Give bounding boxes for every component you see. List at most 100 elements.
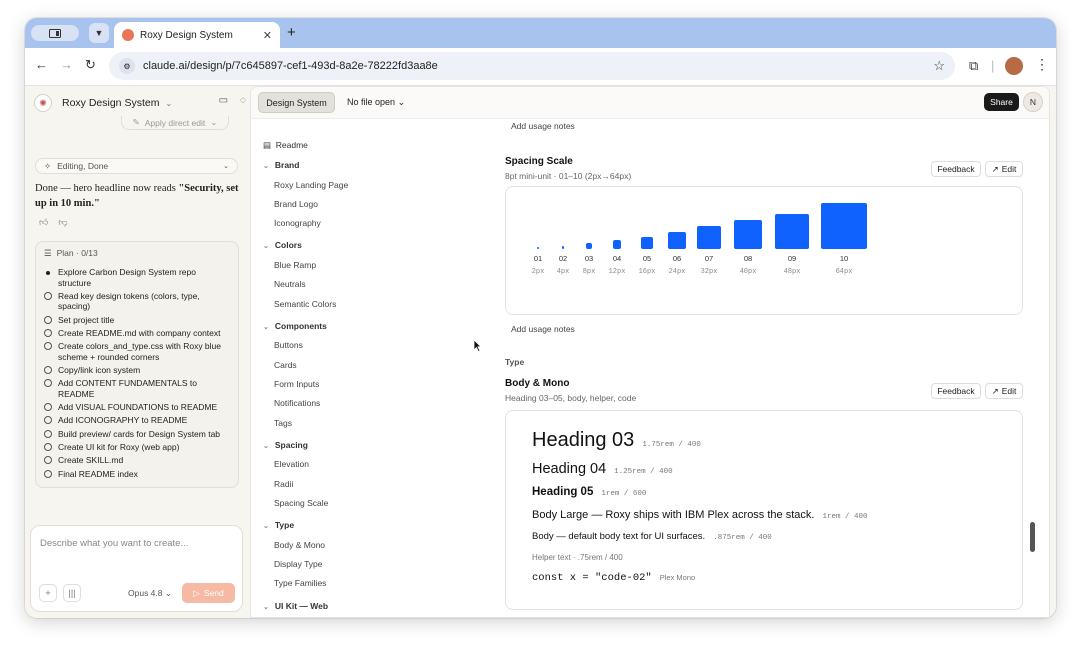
spacing-swatch <box>697 225 721 249</box>
nav-section-brand[interactable]: ⌄ Brand <box>263 160 299 170</box>
body-large-meta: 1rem / 400 <box>822 513 868 521</box>
forward-arrow-icon[interactable]: → <box>60 57 73 72</box>
circle-icon <box>44 365 52 374</box>
spacing-swatch <box>561 246 565 249</box>
plan-card: ☰ Plan · 0/13 Explore Carbon Design Syst… <box>35 241 239 488</box>
circle-icon <box>44 416 52 425</box>
nav-section-label: Brand <box>274 160 300 170</box>
heading-05-text: Heading 05 <box>532 486 594 498</box>
send-button[interactable]: ▷ Send <box>182 583 235 603</box>
chevron-down-icon: ▼ <box>94 28 104 38</box>
spacing-scale-card: 01 2px 02 4px 03 8px 04 12px 05 16px 06 24px 07 32px 0… <box>505 186 1023 315</box>
spacing-step-number: 02 <box>558 253 568 263</box>
nav-item[interactable]: Form Inputs <box>274 379 319 389</box>
nav-item[interactable]: Brand Logo <box>274 199 318 209</box>
nav-item[interactable]: Neutrals <box>274 279 306 289</box>
chevron-down-icon: ⌄ <box>263 163 269 170</box>
spacing-step-px: 64px <box>835 267 853 276</box>
nav-item[interactable]: Semantic Colors <box>274 299 336 309</box>
apply-direct-edit-button[interactable]: ✎ Apply direct edit ⌄ <box>121 116 229 130</box>
design-toolbar: Design System No file open ⌄ Share N <box>251 87 1049 119</box>
code-meta: Plex Mono <box>659 573 696 582</box>
nav-item[interactable]: Display Type <box>274 559 323 569</box>
design-system-tab[interactable]: Design System <box>258 92 335 113</box>
nav-item[interactable]: Buttons <box>274 340 303 350</box>
feedback-button[interactable]: Feedback <box>931 161 981 177</box>
scrollbar-thumb[interactable] <box>1030 522 1035 552</box>
composer-placeholder[interactable]: Describe what you want to create... <box>40 538 188 549</box>
edit-button[interactable]: ↗ Edit <box>985 161 1023 177</box>
body-mono-title: Body & Mono <box>505 378 570 389</box>
nav-item[interactable]: Notifications <box>274 398 320 408</box>
extensions-icon[interactable]: ⧉ <box>969 58 978 74</box>
sidebar-toggle-icon[interactable]: ▭ <box>219 95 228 106</box>
nav-item[interactable]: Body & Mono <box>274 540 325 550</box>
plan-item: Explore Carbon Design System repo struct… <box>44 267 230 288</box>
user-avatar[interactable]: N <box>1023 92 1043 112</box>
spacing-step-number: 08 <box>743 253 753 263</box>
circle-icon <box>44 328 52 337</box>
spacing-step: 07 32px <box>689 225 729 276</box>
nav-item[interactable]: Type Families <box>274 578 326 588</box>
nav-section-ui-kit-web[interactable]: ⌄ UI Kit — Web <box>263 601 328 611</box>
add-usage-notes-link[interactable]: Add usage notes <box>511 324 575 334</box>
nav-section-spacing[interactable]: ⌄ Spacing <box>263 440 308 450</box>
add-attachment-button[interactable]: + <box>39 584 57 602</box>
share-button[interactable]: Share <box>984 93 1019 111</box>
feedback-button[interactable]: Feedback <box>931 383 981 399</box>
status-disclosure[interactable]: ✧ Editing, Done ⌄ <box>35 158 238 174</box>
plan-item: Add ICONOGRAPHY to README <box>44 415 230 426</box>
nav-readme[interactable]: ▤ Readme <box>263 140 308 151</box>
plan-item-label: Final README index <box>58 468 138 479</box>
site-info-icon[interactable]: ⚙ <box>119 58 135 74</box>
chevron-down-icon: ⌄ <box>210 117 218 127</box>
plan-item-label: Explore Carbon Design System repo struct… <box>58 267 196 288</box>
chevron-down-icon: ⌄ <box>263 323 269 331</box>
tab-groups-button[interactable] <box>31 25 79 41</box>
spacing-step-px: 12px <box>608 267 626 276</box>
nav-item[interactable]: Roxy Landing Page <box>274 180 348 190</box>
nav-item[interactable]: Elevation <box>274 459 309 469</box>
spacing-step-number: 03 <box>584 253 594 263</box>
nav-section-label: Type <box>274 520 295 531</box>
claude-logo-icon[interactable]: ✺ <box>34 94 52 112</box>
back-arrow-icon[interactable]: ← <box>35 57 48 72</box>
chat-icon[interactable]: ◌ <box>240 95 246 106</box>
close-icon[interactable]: ✕ <box>263 29 272 42</box>
type-section-label: Type <box>505 357 525 367</box>
nav-item[interactable]: Iconography <box>274 218 321 228</box>
edit-button[interactable]: ↗ Edit <box>985 383 1023 399</box>
browser-window: ▼ Roxy Design System ✕ + ← → ↻ ⚙ claude.… <box>25 18 1056 618</box>
nav-item[interactable]: Cards <box>274 360 297 370</box>
chevron-down-icon[interactable]: ⌄ <box>165 99 172 108</box>
nav-section-components[interactable]: ⌄ Components <box>263 321 327 331</box>
composer[interactable]: Describe what you want to create... + ||… <box>30 525 243 612</box>
helper-sample: Helper text · .75rem / 400 <box>532 553 623 562</box>
nav-item[interactable]: Spacing Scale <box>274 498 328 508</box>
nav-section-type[interactable]: ⌄ Type <box>263 520 294 530</box>
nav-item[interactable]: Tags <box>274 418 292 428</box>
file-selector[interactable]: No file open ⌄ <box>347 97 405 108</box>
url-field[interactable]: ⚙ claude.ai/design/p/7c645897-cef1-493d-… <box>109 52 955 80</box>
nav-item[interactable]: Blue Ramp <box>274 260 316 270</box>
bookmark-star-icon[interactable]: ☆ <box>933 58 945 74</box>
new-tab-button[interactable]: + <box>287 24 296 41</box>
project-name[interactable]: Roxy Design System <box>62 97 159 109</box>
profile-avatar[interactable] <box>1005 57 1023 75</box>
thumbs-down-icon[interactable]: 👎︎ <box>58 217 67 228</box>
spacing-scale-title: Spacing Scale <box>505 156 573 167</box>
browser-tab[interactable]: Roxy Design System ✕ <box>114 22 280 48</box>
chevron-down-icon: ⌄ <box>397 97 406 107</box>
thumbs-up-icon[interactable]: 👍︎ <box>39 217 48 228</box>
tab-search-button[interactable]: ▼ <box>89 23 109 43</box>
more-menu-icon[interactable]: ⋮ <box>1035 56 1049 73</box>
file-label: No file open <box>347 97 396 107</box>
nav-item[interactable]: Radii <box>274 479 293 489</box>
reload-icon[interactable]: ↻ <box>85 57 96 73</box>
model-selector[interactable]: Opus 4.8 ⌄ <box>128 588 172 599</box>
voice-button[interactable]: ||| <box>63 584 81 602</box>
nav-section-colors[interactable]: ⌄ Colors <box>263 240 302 250</box>
pencil-icon: ✎ <box>132 117 140 127</box>
bullet-icon <box>46 271 50 275</box>
add-usage-notes-link[interactable]: Add usage notes <box>511 121 575 131</box>
